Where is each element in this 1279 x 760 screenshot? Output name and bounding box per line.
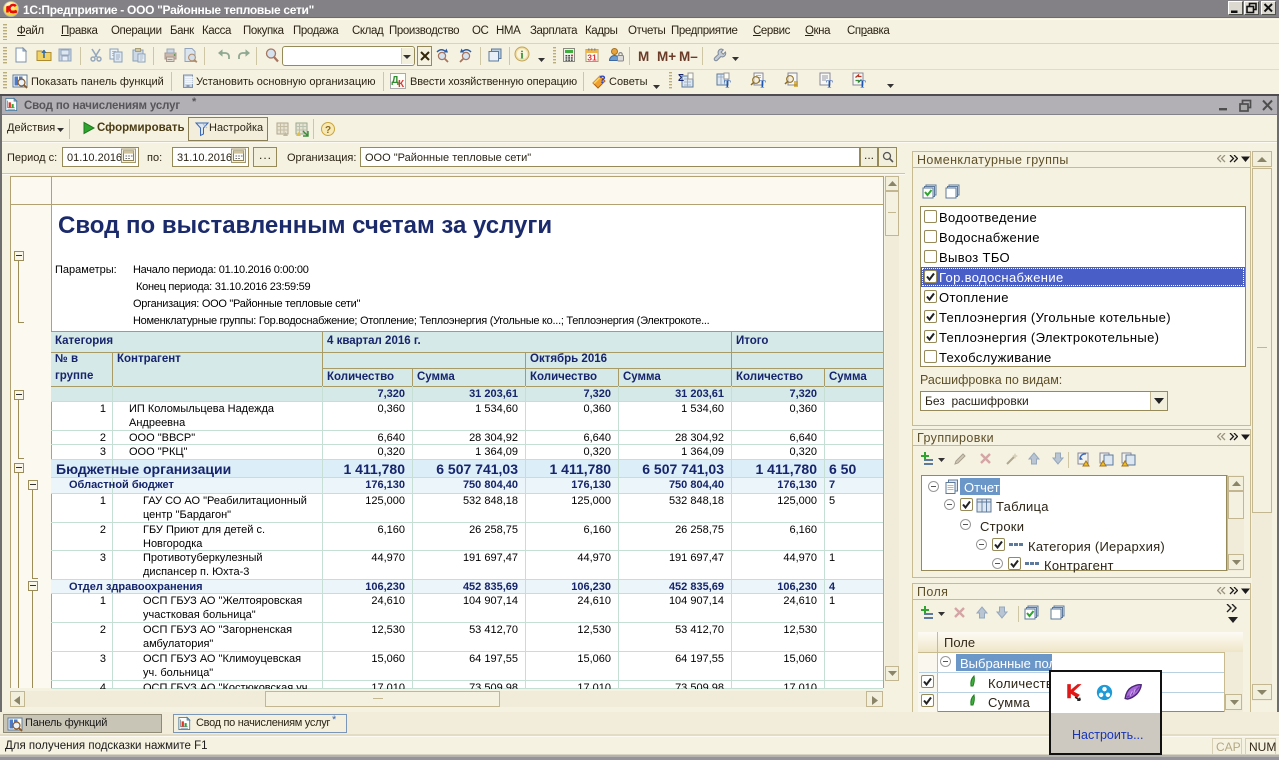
svg-text:К: К	[398, 79, 405, 89]
svg-text:?: ?	[599, 74, 606, 86]
svg-text:31: 31	[587, 53, 597, 63]
svg-text:T: T	[826, 80, 833, 89]
svg-text:T: T	[859, 80, 866, 89]
svg-text:T: T	[724, 80, 731, 89]
svg-text:Σ: Σ	[678, 73, 684, 84]
svg-text:?: ?	[325, 125, 331, 136]
svg-text:T: T	[759, 80, 766, 89]
